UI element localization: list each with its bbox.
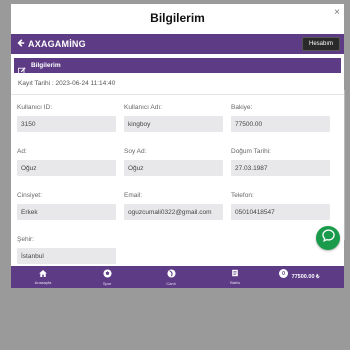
last-name-value[interactable]: Oğuz <box>124 160 223 176</box>
phone-value[interactable]: 05010418547 <box>231 204 330 220</box>
gender-value[interactable]: Erkek <box>17 204 116 220</box>
section-header: Bilgilerim <box>14 58 341 75</box>
modal-title: Bilgilerim <box>150 11 205 25</box>
brand-name: AXAGAMİNG <box>28 39 86 49</box>
user-id-field: Kullanıcı ID: 3150 <box>17 102 124 146</box>
home-icon <box>39 269 47 279</box>
nav-label: Anasayfa <box>34 279 52 285</box>
balance-label: Bakiye: <box>231 104 253 111</box>
username-value: kingboy <box>124 116 223 132</box>
nav-label: Canlı <box>166 280 176 286</box>
email-field: Email: oguzcumali0322@gmail.com <box>124 190 231 234</box>
gender-label: Cinsiyet: <box>17 192 42 199</box>
form-row: Cinsiyet: Erkek Email: oguzcumali0322@gm… <box>17 190 338 234</box>
close-icon[interactable]: × <box>334 7 340 18</box>
profile-modal: Bilgilerim × AXAGAMİNG Hesabım Bilgileri… <box>11 4 344 288</box>
profile-form: Kullanıcı ID: 3150 Kullanıcı Adı: kingbo… <box>11 102 344 278</box>
first-name-field: Ad: Oğuz <box>17 146 124 190</box>
birth-date-value[interactable]: 27.03.1987 <box>231 160 330 176</box>
account-button[interactable]: Hesabım <box>301 37 340 51</box>
city-value[interactable]: İstanbul <box>17 248 116 264</box>
nav-label: Bahis <box>230 280 241 285</box>
brand-bar: AXAGAMİNG Hesabım <box>11 34 344 54</box>
birth-date-field: Doğum Tarihi: 27.03.1987 <box>231 146 338 190</box>
balance-field: Bakiye: 77500.00 <box>231 102 338 146</box>
user-id-value: 3150 <box>17 116 116 132</box>
phone-label: Telefon: <box>231 192 254 199</box>
brand-link[interactable]: AXAGAMİNG <box>17 39 86 49</box>
nav-label: Spor <box>102 280 112 286</box>
back-arrow-icon[interactable] <box>17 39 25 49</box>
user-id-label: Kullanıcı ID: <box>17 104 53 111</box>
modal-header: Bilgilerim × <box>11 4 344 32</box>
gender-field: Cinsiyet: Erkek <box>17 190 124 234</box>
username-field: Kullanıcı Adı: kingboy <box>124 102 231 146</box>
registration-date: Kayıt Tarihi : 2023-06-24 11:14:40 <box>11 73 344 95</box>
email-value[interactable]: oguzcumali0322@gmail.com <box>124 204 223 220</box>
nav-item-home[interactable]: Anasayfa <box>11 266 75 288</box>
form-row: Ad: Oğuz Soy Ad: Oğuz Doğum Tarihi: 27.0… <box>17 146 338 190</box>
first-name-label: Ad: <box>17 148 27 155</box>
form-row: Kullanıcı ID: 3150 Kullanıcı Adı: kingbo… <box>17 102 338 146</box>
soccer-ball-icon <box>102 268 112 280</box>
birth-date-label: Doğum Tarihi: <box>231 148 271 155</box>
section-title: Bilgilerim <box>31 62 61 69</box>
bet-count-badge: 0 <box>279 269 288 278</box>
bet-slip-icon <box>231 269 239 279</box>
live-icon <box>167 268 176 280</box>
email-label: Email: <box>124 192 143 199</box>
nav-balance[interactable]: 77500.00 ₺ <box>267 266 344 288</box>
city-label: Şehir: <box>17 236 34 243</box>
edit-icon <box>18 62 26 75</box>
nav-item-live[interactable]: Canlı <box>139 266 203 288</box>
nav-item-bets[interactable]: Bahis <box>203 266 267 288</box>
nav-item-sport[interactable]: Spor <box>75 266 139 288</box>
chat-icon <box>321 229 335 247</box>
username-label: Kullanıcı Adı: <box>124 104 162 111</box>
live-chat-button[interactable] <box>316 226 340 250</box>
last-name-label: Soy Ad: <box>124 148 147 155</box>
last-name-field: Soy Ad: Oğuz <box>124 146 231 190</box>
balance-value: 77500.00 <box>231 116 330 132</box>
first-name-value[interactable]: Oğuz <box>17 160 116 176</box>
bottom-nav: Anasayfa Spor Canlı Bahis 77500.00 ₺ 0 <box>11 266 344 288</box>
